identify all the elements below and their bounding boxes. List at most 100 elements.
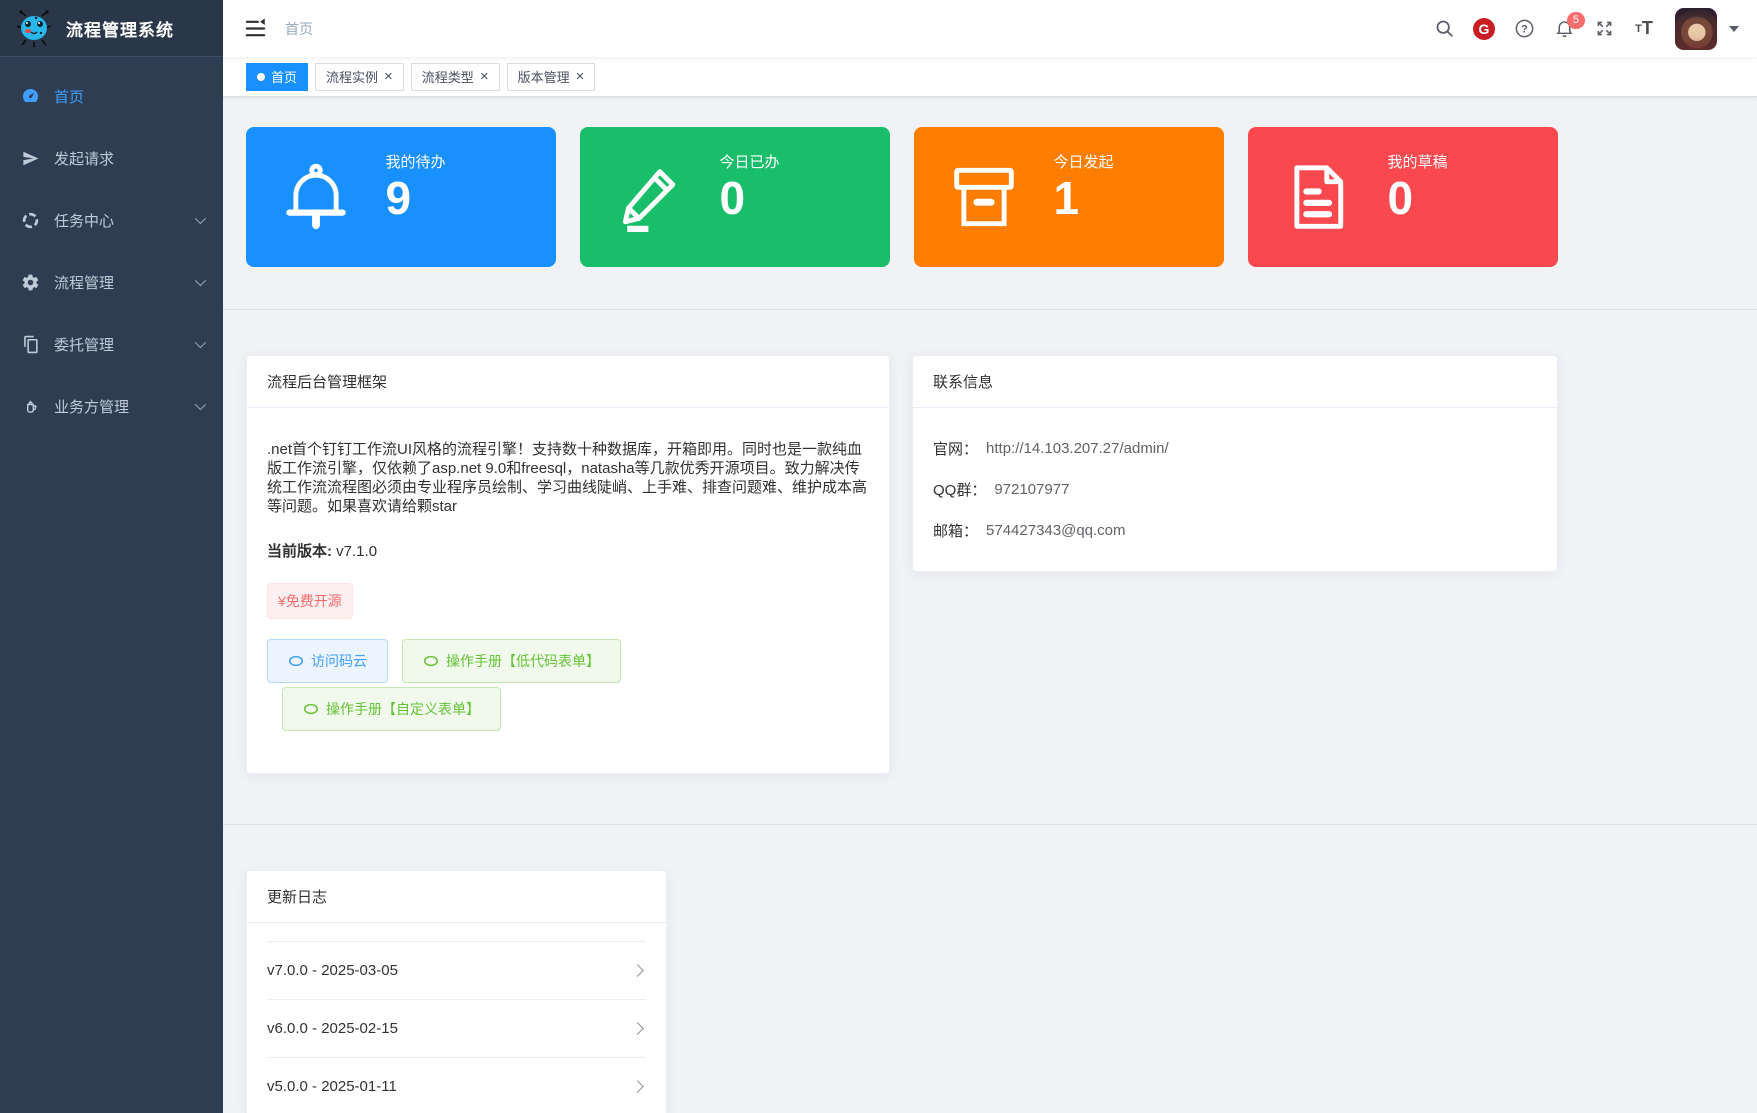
breadcrumb: 首页 [285,20,313,37]
sidebar-item-start-request[interactable]: 发起请求 [0,127,223,189]
search-icon[interactable] [1427,12,1461,46]
stat-value: 0 [719,172,746,224]
stats-section: 我的待办 9 今日已办 0 今日发起 1 我的草稿 0 [223,97,1757,310]
contact-card: 联系信息 官网： http://14.103.207.27/admin/ QQ群… [912,355,1558,572]
sidebar-item-label: 发起请求 [54,150,115,168]
free-open-source-tag: ¥免费开源 [267,583,353,619]
sidebar-item-label: 流程管理 [54,274,115,292]
bell-outline-icon [246,127,386,267]
changelog-item[interactable]: v6.0.0 - 2025-02-15 [267,999,646,1057]
card-title: 更新日志 [247,871,666,923]
stat-label: 我的待办 [385,154,446,171]
changelog-card: 更新日志 v7.0.0 - 2025-03-05 v6.0.0 - 2025-0… [246,870,667,1113]
intro-description: .net首个钉钉工作流UI风格的流程引擎！支持数十种数据库，开箱即用。同时也是一… [267,441,868,515]
topbar: 首页 G ? 5 T T [223,0,1757,57]
notification-badge: 5 [1566,11,1585,29]
chevron-down-icon [194,212,207,225]
main-area: 首页 G ? 5 T T 首页 流程实例 × 流程类型 × 版本管理 × 我的待… [223,0,1757,1113]
sidebar-item-home[interactable]: 首页 [0,65,223,127]
stat-label: 今日发起 [1053,154,1114,171]
oval-icon [288,655,304,667]
tab-process-type[interactable]: 流程类型 × [410,62,500,91]
chevron-right-icon [631,964,644,977]
bell-icon[interactable]: 5 [1547,11,1585,46]
font-size-icon[interactable]: TT [1627,12,1661,46]
app-window: 流程管理系统 首页 发起请求 任务中心 流程管理 委托管理 业务方管理 首页 G… [0,0,1757,1113]
help-icon[interactable]: ? [1507,12,1541,46]
card-title: 联系信息 [913,356,1557,408]
logo-bar: 流程管理系统 [0,0,223,57]
bug-mascot-icon [16,10,52,47]
chevron-down-icon [194,274,207,287]
gitee-icon[interactable]: G [1467,12,1501,46]
changelog-section: 更新日志 v7.0.0 - 2025-03-05 v6.0.0 - 2025-0… [223,825,1757,1113]
tab-process-instance[interactable]: 流程实例 × [315,62,404,91]
send-icon [20,148,40,168]
dashboard-icon [20,86,40,106]
version-value: v7.1.0 [336,543,378,560]
contact-row-website: 官网： http://14.103.207.27/admin/ [933,440,1169,458]
chevron-right-icon [631,1079,644,1093]
stat-card-started-today[interactable]: 今日发起 1 [914,127,1224,267]
sidebar-item-label: 委托管理 [54,336,115,354]
stat-value: 9 [385,172,412,224]
page-content: 我的待办 9 今日已办 0 今日发起 1 我的草稿 0 流程后台管理框架 .ne… [223,97,1757,1113]
changelog-item[interactable]: v5.0.0 - 2025-01-11 [267,1057,646,1113]
oval-icon [303,703,319,715]
tabs-bar: 首页 流程实例 × 流程类型 × 版本管理 × [223,57,1757,97]
gear-icon [20,272,40,292]
sidebar-item-label: 任务中心 [54,212,115,230]
chevron-down-icon [194,398,207,411]
close-icon[interactable]: × [384,69,393,84]
tab-home[interactable]: 首页 [246,62,309,91]
copy-icon [20,334,40,354]
close-icon[interactable]: × [576,69,585,84]
topbar-actions: G ? 5 TT [1427,7,1739,50]
chevron-down-icon [194,336,207,349]
collapse-menu-icon[interactable] [241,15,269,43]
card-title: 流程后台管理框架 [247,356,889,408]
sidebar-item-task-center[interactable]: 任务中心 [0,189,223,251]
email-address: 574427343@qq.com [986,522,1126,539]
sidebar-item-business-management[interactable]: 业务方管理 [0,375,223,437]
close-icon[interactable]: × [480,69,489,84]
info-section: 流程后台管理框架 .net首个钉钉工作流UI风格的流程引擎！支持数十种数据库，开… [223,310,1757,825]
sidebar-menu: 首页 发起请求 任务中心 流程管理 委托管理 业务方管理 [0,57,223,437]
intro-card: 流程后台管理框架 .net首个钉钉工作流UI风格的流程引擎！支持数十种数据库，开… [246,355,890,774]
qq-group-number: 972107977 [994,481,1070,498]
sidebar-item-delegate-management[interactable]: 委托管理 [0,313,223,375]
sidebar-item-label: 首页 [54,88,85,106]
stat-card-done-today[interactable]: 今日已办 0 [580,127,890,267]
fullscreen-icon[interactable] [1587,12,1621,46]
sidebar: 流程管理系统 首页 发起请求 任务中心 流程管理 委托管理 业务方管理 [0,0,223,1113]
contact-row-email: 邮箱： 574427343@qq.com [933,522,1126,540]
stat-value: 0 [1387,172,1414,224]
stat-card-todo[interactable]: 我的待办 9 [246,127,556,267]
tab-version-management[interactable]: 版本管理 × [506,62,596,91]
avatar[interactable] [1675,7,1717,50]
teapot-icon [20,396,40,416]
sidebar-item-process-management[interactable]: 流程管理 [0,251,223,313]
task-ring-icon [20,210,40,230]
stat-value: 1 [1053,172,1080,224]
sidebar-item-label: 业务方管理 [54,398,130,416]
contact-row-qq-group: QQ群： 972107977 [933,481,1070,499]
website-url: http://14.103.207.27/admin/ [986,440,1169,457]
stat-card-drafts[interactable]: 我的草稿 0 [1248,127,1558,267]
pencil-icon [580,127,720,267]
changelog-item[interactable]: v7.0.0 - 2025-03-05 [267,941,646,999]
stat-label: 今日已办 [719,154,780,171]
oval-icon [423,655,439,667]
manual-lowcode-button[interactable]: 操作手册【低代码表单】 [402,639,621,683]
svg-text:?: ? [1521,23,1528,35]
version-line: 当前版本: v7.1.0 [267,543,378,560]
caret-down-icon[interactable] [1729,25,1739,32]
draft-document-icon [1248,127,1388,267]
archive-box-icon [914,127,1054,267]
chevron-right-icon [631,1022,644,1035]
active-dot-icon [257,72,265,81]
visit-gitee-button[interactable]: 访问码云 [267,639,388,683]
stat-label: 我的草稿 [1387,154,1448,171]
app-title: 流程管理系统 [66,20,174,40]
manual-customform-button[interactable]: 操作手册【自定义表单】 [282,687,501,731]
